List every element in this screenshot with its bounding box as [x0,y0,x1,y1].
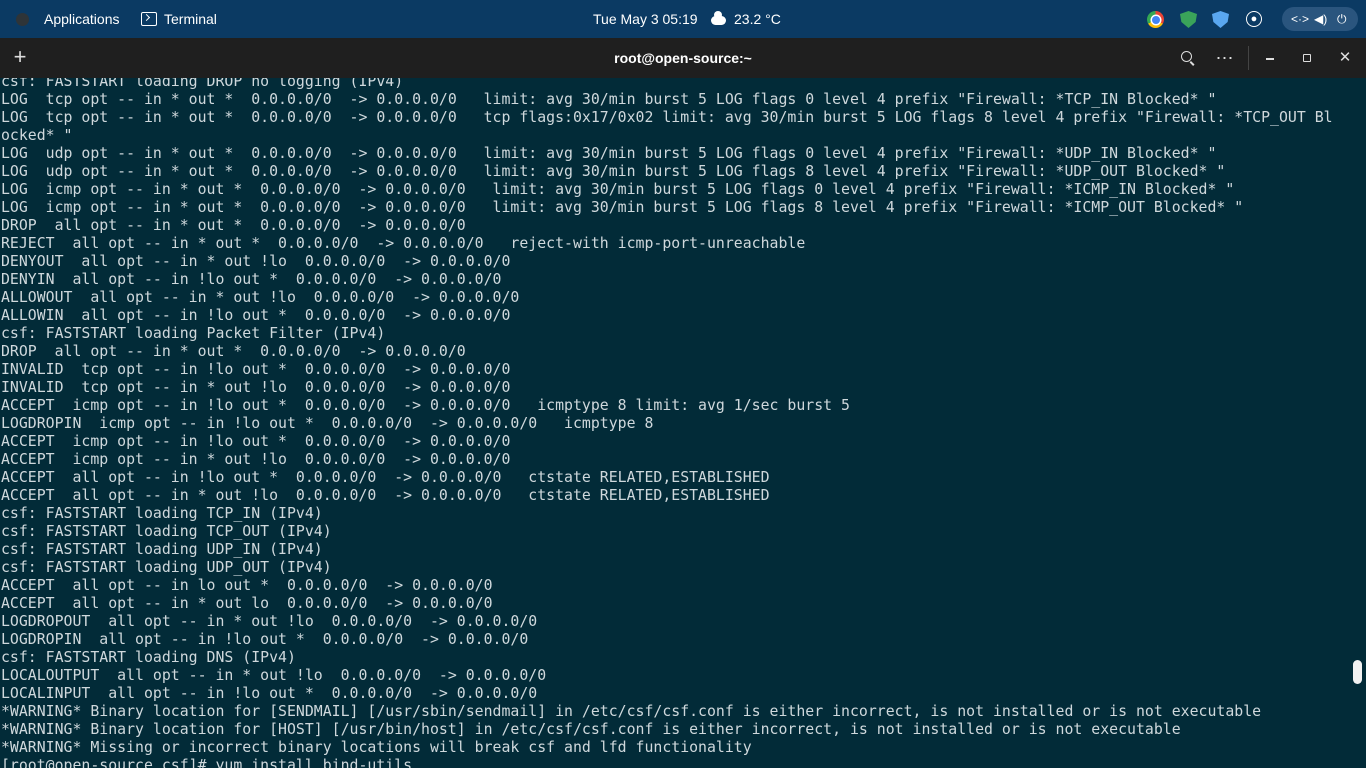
terminal-line: csf: FASTSTART loading UDP_IN (IPv4) [1,540,323,558]
divider [1248,46,1249,70]
terminal-line: INVALID tcp opt -- in * out !lo 0.0.0.0/… [1,378,511,396]
terminal-line: ocked* " [1,126,73,144]
terminal-line: ALLOWIN all opt -- in !lo out * 0.0.0.0/… [1,306,511,324]
terminal-line: DROP all opt -- in * out * 0.0.0.0/0 -> … [1,216,466,234]
terminal-line: csf: FASTSTART loading Packet Filter (IP… [1,324,386,342]
weather-temperature: 23.2 °C [734,11,781,27]
terminal-line: LOG udp opt -- in * out * 0.0.0.0/0 -> 0… [1,144,1217,162]
terminal-line: ALLOWOUT all opt -- in * out !lo 0.0.0.0… [1,288,520,306]
terminal-line: *WARNING* Binary location for [HOST] [/u… [1,720,1181,738]
terminal-line: ACCEPT all opt -- in lo out * 0.0.0.0/0 … [1,576,493,594]
new-tab-button[interactable]: + [8,46,32,70]
terminal-line: ACCEPT all opt -- in * out !lo 0.0.0.0/0… [1,486,770,504]
terminal-line: ACCEPT icmp opt -- in !lo out * 0.0.0.0/… [1,432,511,450]
terminal-line: INVALID tcp opt -- in !lo out * 0.0.0.0/… [1,360,511,378]
top-bar: Applications Terminal Tue May 3 05:19 23… [0,0,1366,38]
shield-green-icon[interactable] [1180,11,1197,28]
terminal-line: LOG icmp opt -- in * out * 0.0.0.0/0 -> … [1,180,1235,198]
terminal-line: csf: FASTSTART loading TCP_IN (IPv4) [1,504,323,522]
menu-button[interactable]: ⋯ [1213,46,1237,70]
terminal-line: ACCEPT all opt -- in * out lo 0.0.0.0/0 … [1,594,493,612]
terminal-line: LOG tcp opt -- in * out * 0.0.0.0/0 -> 0… [1,108,1333,126]
terminal-icon [141,12,157,26]
terminal-lines: csf: FASTSTART loading DROP no logging (… [1,78,1333,768]
search-button[interactable] [1176,46,1200,70]
terminal-output[interactable]: csf: FASTSTART loading DROP no logging (… [0,78,1366,768]
power-icon: ⏻ [1337,12,1347,26]
terminal-line: csf: FASTSTART loading TCP_OUT (IPv4) [1,522,332,540]
terminal-line: *WARNING* Missing or incorrect binary lo… [1,738,752,756]
volume-icon: ◀) [1314,12,1328,26]
terminal-line: DENYIN all opt -- in !lo out * 0.0.0.0/0… [1,270,502,288]
terminal-line: csf: FASTSTART loading DNS (IPv4) [1,648,296,666]
minimize-button[interactable] [1258,46,1282,70]
terminal-line: LOG icmp opt -- in * out * 0.0.0.0/0 -> … [1,198,1244,216]
cloud-icon [711,10,726,25]
maximize-button[interactable] [1295,46,1319,70]
terminal-line: ACCEPT all opt -- in !lo out * 0.0.0.0/0… [1,468,770,486]
system-menu[interactable]: <·> ◀) ⏻ [1282,7,1358,31]
terminal-app-menu[interactable]: Terminal [141,0,217,38]
terminal-line: DENYOUT all opt -- in * out !lo 0.0.0.0/… [1,252,511,270]
shield-blue-icon[interactable] [1212,11,1229,28]
applications-menu[interactable]: Applications [44,0,120,38]
terminal-line: LOG udp opt -- in * out * 0.0.0.0/0 -> 0… [1,162,1226,180]
clock[interactable]: Tue May 3 05:19 [593,0,698,38]
terminal-line: DROP all opt -- in * out * 0.0.0.0/0 -> … [1,342,466,360]
terminal-line: LOGDROPIN all opt -- in !lo out * 0.0.0.… [1,630,529,648]
network-icon: <·> [1291,12,1310,26]
terminal-line: LOG tcp opt -- in * out * 0.0.0.0/0 -> 0… [1,90,1217,108]
terminal-line: REJECT all opt -- in * out * 0.0.0.0/0 -… [1,234,806,252]
terminal-line: ACCEPT icmp opt -- in * out !lo 0.0.0.0/… [1,450,511,468]
weather-indicator[interactable]: 23.2 °C [711,0,781,38]
activities-button[interactable] [10,0,34,38]
terminal-line: csf: FASTSTART loading UDP_OUT (IPv4) [1,558,332,576]
accessibility-icon[interactable]: ● [1246,11,1262,27]
chrome-icon[interactable] [1147,11,1164,28]
terminal-line: *WARNING* Binary location for [SENDMAIL]… [1,702,1262,720]
terminal-line: LOGDROPOUT all opt -- in * out !lo 0.0.0… [1,612,538,630]
window-title: root@open-source:~ [614,50,752,66]
terminal-line: ACCEPT icmp opt -- in !lo out * 0.0.0.0/… [1,396,850,414]
terminal-line: LOGDROPIN icmp opt -- in !lo out * 0.0.0… [1,414,654,432]
terminal-app-label: Terminal [164,11,217,27]
activities-icon [15,12,29,26]
terminal-line: LOCALINPUT all opt -- in !lo out * 0.0.0… [1,684,538,702]
close-button[interactable]: ✕ [1333,46,1357,70]
terminal-line: csf: FASTSTART loading DROP no logging (… [1,78,404,90]
scrollbar-thumb[interactable] [1353,660,1362,684]
terminal-header-bar: + root@open-source:~ ⋯ ✕ [0,38,1366,78]
terminal-line: [root@open-source csf]# yum install bind… [1,756,413,768]
terminal-line: LOCALOUTPUT all opt -- in * out !lo 0.0.… [1,666,547,684]
